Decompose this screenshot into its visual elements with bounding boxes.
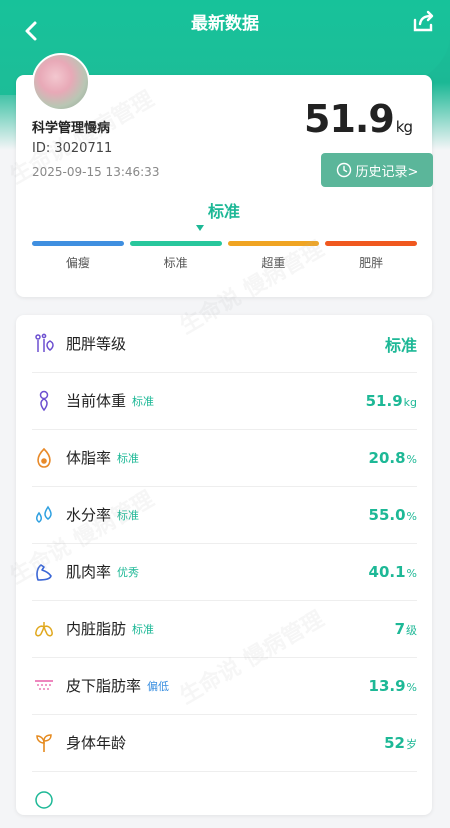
metric-unit: %: [406, 452, 417, 466]
metric-tag: 优秀: [117, 565, 140, 579]
measure-time: 2025-09-15 13:46:33: [32, 165, 160, 179]
metric-value: 20.8%: [369, 449, 417, 467]
status-item-thin: 偏瘦: [32, 241, 124, 271]
metric-name: 体脂率: [66, 449, 112, 467]
metric-tag: 标准: [132, 622, 155, 636]
body-fat-icon: [32, 446, 56, 470]
metric-unit: 岁: [406, 737, 417, 751]
clock-icon: [336, 162, 351, 178]
share-button[interactable]: [410, 8, 438, 36]
metric-row-visceral-fat[interactable]: 内脏脂肪 标准 7级: [32, 600, 417, 658]
metric-unit: %: [406, 680, 417, 694]
muscle-icon: [32, 560, 56, 584]
metric-number: 55.0: [368, 505, 406, 524]
metric-row-muscle[interactable]: 肌肉率 优秀 40.1%: [32, 543, 417, 601]
status-scale: 偏瘦 标准 超重 肥胖: [32, 241, 417, 271]
status-bar-overweight: [227, 241, 320, 246]
history-button[interactable]: 历史记录>: [321, 153, 433, 187]
weight-display: 51.9 kg: [304, 97, 413, 141]
metric-unit: %: [406, 509, 417, 523]
metric-row-weight[interactable]: 当前体重 标准 51.9kg: [32, 372, 417, 430]
metric-value: 55.0%: [369, 506, 417, 524]
status-item-obese: 肥胖: [325, 241, 417, 271]
status-label-thin: 偏瘦: [65, 256, 90, 270]
metric-unit: %: [406, 566, 417, 580]
status-item-standard: 标准: [129, 241, 222, 271]
page-title: 最新数据: [191, 14, 259, 34]
weight-icon: [32, 389, 56, 413]
metric-row-water[interactable]: 水分率 标准 55.0%: [32, 486, 417, 544]
metric-number: 51.9: [365, 391, 403, 410]
obesity-level-icon: [32, 332, 56, 356]
metric-tag: 标准: [117, 451, 140, 465]
user-name: 科学管理慢病: [32, 121, 111, 136]
metric-number: 7: [394, 619, 405, 638]
metric-number: 标准: [384, 335, 417, 355]
status-item-overweight: 超重: [227, 241, 320, 271]
metric-tag: 标准: [117, 508, 140, 522]
weight-unit: kg: [395, 118, 413, 136]
metric-row-body-fat[interactable]: 体脂率 标准 20.8%: [32, 429, 417, 487]
metric-tag: 偏低: [147, 679, 170, 693]
metric-value: 52岁: [384, 734, 417, 752]
metric-row-obesity-level[interactable]: 肥胖等级 标准: [32, 315, 417, 373]
metric-row-body-age[interactable]: 身体年龄 52岁: [32, 714, 417, 772]
status-label-obese: 肥胖: [359, 256, 384, 270]
metric-name: 当前体重: [66, 392, 127, 410]
visceral-fat-icon: [32, 617, 56, 641]
status-bar-standard: [129, 241, 222, 246]
metric-value: 7级: [395, 620, 417, 638]
status-label-standard: 标准: [163, 256, 188, 270]
metric-name: 内脏脂肪: [66, 620, 127, 638]
water-icon: [32, 503, 56, 527]
weight-value: 51.9: [304, 97, 395, 141]
metric-unit: 级: [406, 623, 417, 637]
avatar[interactable]: [32, 53, 90, 111]
metric-number: 52: [384, 733, 405, 752]
status-bar-obese: [325, 241, 417, 246]
metric-value: 13.9%: [369, 677, 417, 695]
metric-name: 水分率: [66, 506, 112, 524]
metric-unit: kg: [403, 395, 417, 409]
metric-row-subcutaneous-fat[interactable]: 皮下脂肪率 偏低 13.9%: [32, 657, 417, 715]
metric-value: 标准: [385, 332, 417, 356]
history-label: 历史记录>: [355, 164, 419, 180]
status-label: 标准: [207, 202, 240, 221]
metric-name: 肌肉率: [66, 563, 112, 581]
metric-number: 13.9: [368, 676, 406, 695]
status-label-overweight: 超重: [261, 256, 286, 270]
metric-name: 身体年龄: [66, 734, 127, 752]
metric-value: 51.9kg: [366, 392, 417, 410]
share-icon: [413, 10, 434, 32]
sprout-icon: [32, 731, 56, 755]
metric-tag: 标准: [132, 394, 155, 408]
metrics-card: 肥胖等级 标准 当前体重 标准 51.9kg 体脂率 标准 20.8% 水分率 …: [16, 315, 432, 815]
profile-card: 科学管理慢病 ID: 3020711 2025-09-15 13:46:33 5…: [16, 53, 433, 297]
subcutaneous-fat-icon: [32, 674, 56, 698]
status-bar-thin: [32, 241, 124, 246]
user-id: ID: 3020711: [32, 141, 113, 156]
metric-name: 皮下脂肪率: [66, 677, 142, 695]
metric-number: 40.1: [368, 562, 406, 581]
metric-name: 肥胖等级: [66, 335, 127, 353]
metric-value: 40.1%: [369, 563, 417, 581]
metric-number: 20.8: [368, 448, 406, 467]
status-marker: [196, 225, 204, 231]
